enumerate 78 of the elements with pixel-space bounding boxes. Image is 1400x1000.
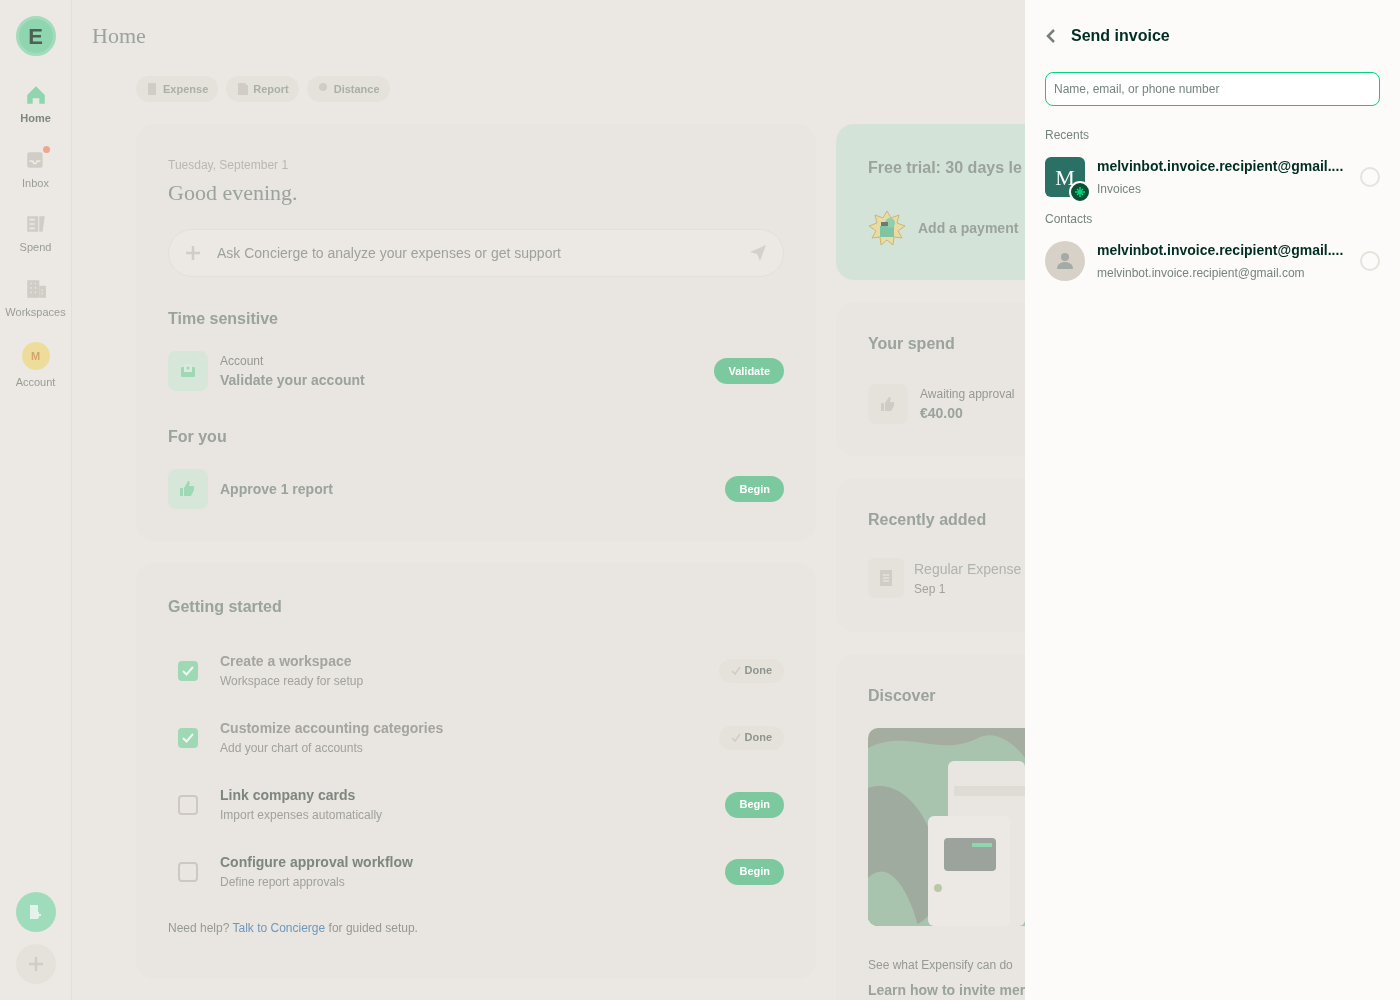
nav-label[interactable]: Home bbox=[20, 110, 51, 127]
row-title: Validate your account bbox=[220, 370, 366, 390]
task-title: Create a workspace bbox=[220, 652, 353, 671]
begin-button[interactable]: Begin bbox=[725, 791, 784, 818]
section-title: Recently added bbox=[868, 510, 987, 530]
checkbox[interactable] bbox=[178, 660, 198, 681]
done-button[interactable]: Done bbox=[718, 658, 784, 683]
task-title: Link company cards bbox=[220, 786, 357, 805]
checkbox[interactable] bbox=[178, 794, 198, 815]
row-title: Approve 1 report bbox=[220, 479, 334, 499]
quick-action-chip[interactable]: Expense bbox=[136, 76, 219, 102]
action-button[interactable]: Validate bbox=[714, 358, 784, 384]
row-icon bbox=[168, 469, 208, 509]
concierge-field[interactable]: Ask Concierge to analyze your expenses or get support bbox=[217, 242, 733, 264]
quick-action-chip[interactable]: Report bbox=[226, 76, 299, 102]
expense-date: Sep 1 bbox=[914, 580, 947, 598]
checkbox[interactable] bbox=[178, 861, 198, 882]
task-subtitle: Add your chart of accounts bbox=[220, 740, 364, 757]
concierge-link[interactable]: Talk to Concierge bbox=[232, 921, 326, 935]
section-title: Your spend bbox=[868, 334, 955, 354]
task-title: Customize accounting categories bbox=[220, 719, 445, 738]
add-button[interactable] bbox=[15, 944, 56, 984]
avatar[interactable]: M bbox=[21, 342, 50, 370]
task-subtitle: Import expenses automatically bbox=[220, 807, 384, 824]
section-label: Contacts bbox=[1045, 211, 1093, 228]
receipt-plus-icon bbox=[27, 904, 44, 920]
trial-title: Free trial: 30 days le bbox=[868, 158, 1022, 178]
spend-amount: €40.00 bbox=[920, 403, 964, 423]
search-field[interactable]: Name, email, or phone number bbox=[1045, 72, 1380, 106]
recipient-detail: Invoices bbox=[1097, 181, 1143, 198]
section-label: Recents bbox=[1045, 127, 1090, 144]
add-payment-link[interactable]: Add a payment bbox=[918, 217, 1019, 239]
row-caption: Account bbox=[220, 352, 265, 370]
radio-button[interactable] bbox=[1360, 251, 1380, 271]
radio-button[interactable] bbox=[1360, 167, 1380, 187]
home-icon[interactable] bbox=[24, 84, 47, 106]
section-title: For you bbox=[168, 427, 227, 447]
nav-label[interactable]: Workspaces bbox=[5, 303, 66, 320]
done-button[interactable]: Done bbox=[718, 725, 784, 750]
nav-label[interactable]: Inbox bbox=[22, 174, 49, 191]
plus-icon bbox=[185, 245, 201, 261]
check-icon bbox=[182, 732, 194, 743]
spend-caption: Awaiting approval bbox=[920, 385, 1015, 403]
recipient-detail: melvinbot.invoice.recipient@gmail.com bbox=[1097, 265, 1306, 282]
check-icon bbox=[182, 665, 194, 676]
checkbox[interactable] bbox=[178, 727, 198, 748]
nav-label[interactable]: Spend bbox=[19, 239, 52, 256]
discover-headline: Learn how to invite mer bbox=[868, 981, 1025, 1000]
new-expense-button[interactable] bbox=[15, 892, 56, 932]
greeting-text: Good evening. bbox=[168, 179, 299, 207]
workspaces-icon[interactable] bbox=[24, 277, 47, 300]
send-icon[interactable] bbox=[749, 244, 767, 262]
quick-action-chip[interactable]: Distance bbox=[306, 76, 390, 102]
recipient-name: melvinbot.invoice.recipient@gmail.... bbox=[1097, 157, 1345, 176]
nav-label[interactable]: Account bbox=[15, 374, 56, 391]
section-title: Getting started bbox=[168, 597, 283, 617]
recipient-name: melvinbot.invoice.recipient@gmail.... bbox=[1097, 241, 1345, 260]
spend-icon[interactable] bbox=[24, 213, 47, 235]
gift-icon bbox=[868, 210, 906, 246]
receipt-icon bbox=[868, 558, 904, 598]
task-subtitle: Workspace ready for setup bbox=[220, 673, 365, 690]
expense-title: Regular Expense bbox=[914, 559, 1022, 579]
person-avatar bbox=[1045, 241, 1085, 281]
help-text: Need help? Talk to Concierge for guided setup. bbox=[168, 920, 418, 937]
section-title: Discover bbox=[868, 686, 936, 706]
concierge-bar[interactable]: Ask Concierge to analyze your expenses or get support bbox=[168, 229, 784, 277]
task-subtitle: Define report approvals bbox=[220, 874, 346, 891]
task-title: Configure approval workflow bbox=[220, 853, 414, 872]
page-title: Home bbox=[92, 22, 146, 50]
panel-title: Send invoice bbox=[1071, 26, 1170, 46]
back-icon[interactable] bbox=[1045, 29, 1057, 43]
begin-button[interactable]: Begin bbox=[725, 858, 784, 885]
discover-caption: See what Expensify can do bbox=[868, 957, 1013, 974]
section-title: Time sensitive bbox=[168, 309, 278, 329]
logo[interactable]: E bbox=[15, 16, 56, 56]
action-button[interactable]: Begin bbox=[725, 476, 784, 502]
approval-icon bbox=[868, 384, 908, 424]
row-icon bbox=[168, 351, 208, 391]
